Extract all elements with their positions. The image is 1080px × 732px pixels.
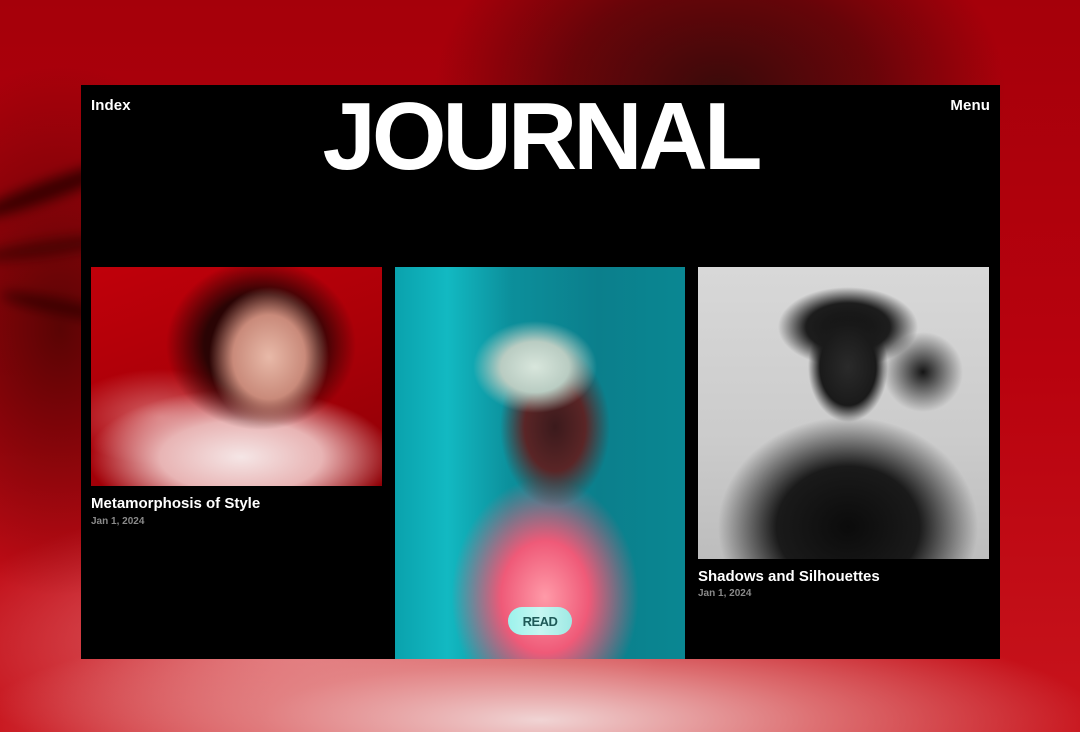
menu-link[interactable]: Menu bbox=[950, 97, 990, 114]
article-card-shadows[interactable]: Shadows and Silhouettes Jan 1, 2024 bbox=[698, 267, 989, 602]
article-card-featured[interactable]: READ bbox=[395, 267, 685, 659]
read-button[interactable]: READ bbox=[508, 607, 572, 635]
article-title[interactable]: Shadows and Silhouettes bbox=[698, 568, 880, 585]
article-image[interactable] bbox=[698, 267, 989, 559]
journal-panel: Index JOURNAL Menu Metamorphosis of Styl… bbox=[81, 85, 1000, 659]
article-card-metamorphosis[interactable]: Metamorphosis of Style Jan 1, 2024 bbox=[91, 267, 382, 527]
page-title: JOURNAL bbox=[322, 83, 762, 190]
article-title[interactable]: Metamorphosis of Style bbox=[91, 495, 260, 512]
article-image[interactable] bbox=[91, 267, 382, 486]
article-date: Jan 1, 2024 bbox=[698, 588, 752, 599]
article-image[interactable] bbox=[395, 267, 685, 659]
article-date: Jan 1, 2024 bbox=[91, 516, 145, 527]
